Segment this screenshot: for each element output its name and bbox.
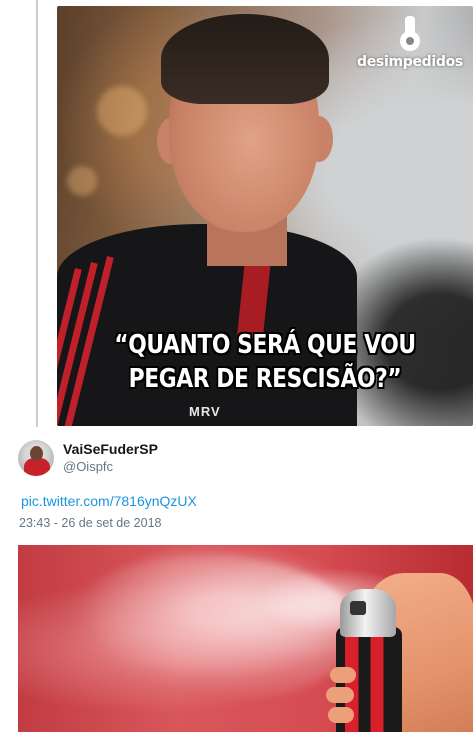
meme-caption: “QUANTO SERÁ QUE VOU PEGAR DE RESCISÃO?” <box>90 328 439 396</box>
hair <box>161 14 329 104</box>
finger <box>330 667 356 683</box>
user-handle[interactable]: @Oispfc <box>63 459 113 474</box>
whistle-logo-icon <box>400 16 420 51</box>
spray-nozzle <box>350 601 366 615</box>
avatar[interactable] <box>18 440 54 476</box>
tweet-timestamp[interactable]: 23:43 - 26 de set de 2018 <box>19 516 161 530</box>
background-light <box>67 166 97 196</box>
finger <box>328 707 354 723</box>
jersey-sponsor: MRV <box>189 404 221 419</box>
spray-mist <box>58 555 358 705</box>
meme-image[interactable]: desimpedidos “QUANTO SERÁ QUE VOU PEGAR … <box>57 6 473 426</box>
spray-can-cap <box>340 589 396 637</box>
watermark-brand: desimpedidos <box>357 54 463 70</box>
watermark: desimpedidos <box>355 16 465 70</box>
finger <box>326 687 354 703</box>
avatar-head <box>30 446 43 461</box>
spray-image[interactable] <box>18 545 473 732</box>
thread-connector-line <box>36 0 38 427</box>
background-light <box>97 86 147 136</box>
tweet-link[interactable]: pic.twitter.com/7816ynQzUX <box>21 493 197 509</box>
display-name[interactable]: VaiSeFuderSP <box>63 441 158 457</box>
caption-line: PEGAR DE RESCISÃO?” <box>128 364 402 394</box>
caption-line: “QUANTO SERÁ QUE VOU <box>114 330 416 360</box>
